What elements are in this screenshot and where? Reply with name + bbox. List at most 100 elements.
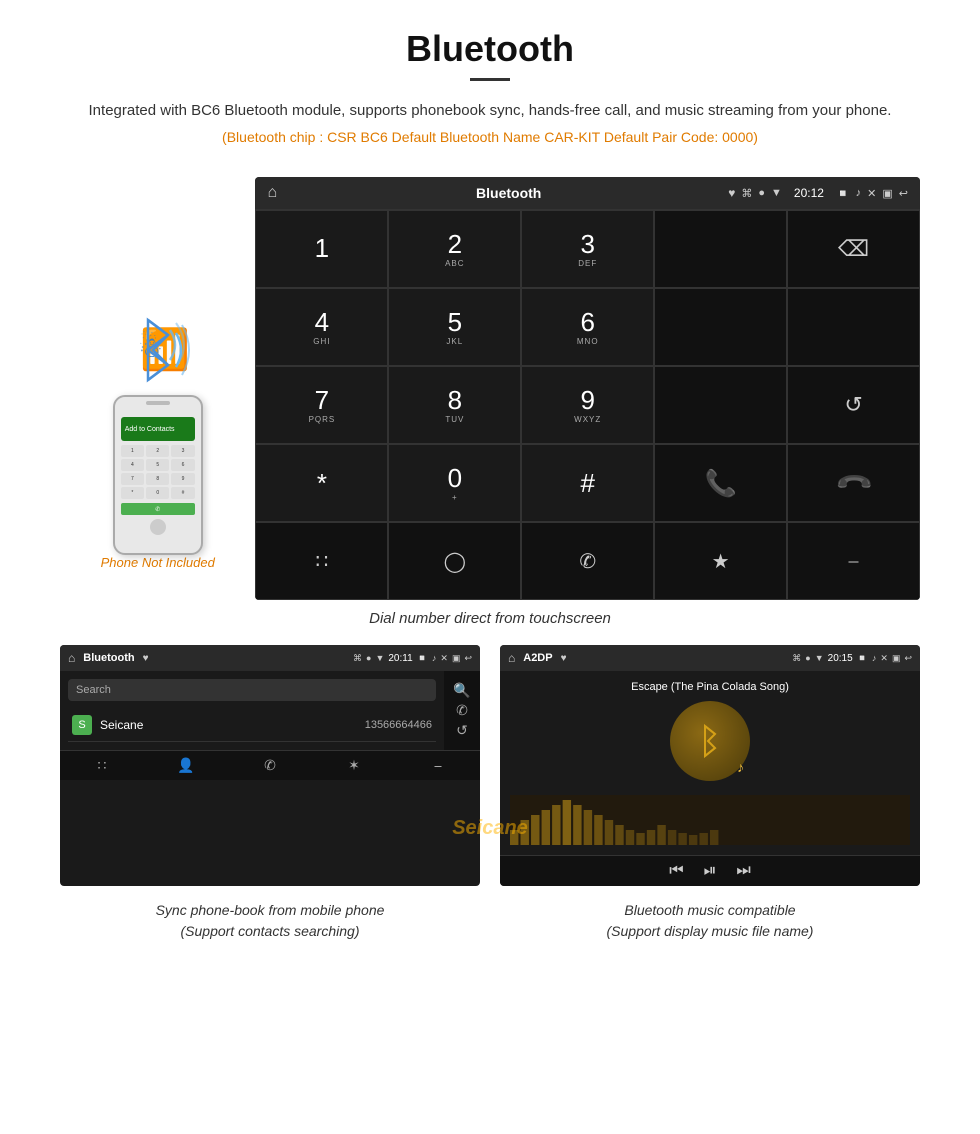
mini-btn: 6 <box>171 459 194 471</box>
status-icons: ⌘ ● ▼ 20:12 ◽ ♪ ✕ ▣ ↩ <box>741 186 908 200</box>
music-home-icon[interactable]: ⌂ <box>508 651 515 665</box>
pb-vol-icon[interactable]: ♪ <box>432 653 437 663</box>
music-note-icon: ♪ <box>737 759 744 775</box>
volume-icon[interactable]: ♪ <box>856 187 862 199</box>
phonebook-caption-text: Sync phone-book from mobile phone(Suppor… <box>156 902 385 939</box>
pb-home-icon[interactable]: ⌂ <box>68 651 75 665</box>
dial-key-4[interactable]: 4 GHI <box>255 288 388 366</box>
phone-screen: Add to Contacts <box>121 417 195 441</box>
home-icon[interactable]: ⌂ <box>267 184 277 202</box>
phonebook-nav: ∷ 👤 ✆ ✶ ⎯ <box>60 750 480 780</box>
search-bar[interactable]: Search <box>68 679 436 701</box>
music-status-icons: ⌘ ● ▼ 20:15 ◽ ♪ ✕ ▣ ↩ <box>792 653 912 664</box>
pb-nav-contacts[interactable]: 👤 <box>144 757 228 774</box>
phone-mockup-container: 📶 ☃ Add <box>60 177 255 600</box>
pb-nav-bluetooth[interactable]: ✶ <box>312 757 396 774</box>
page-header: Bluetooth Integrated with BC6 Bluetooth … <box>0 0 980 177</box>
contact-row[interactable]: S Seicane 13566664466 <box>68 709 436 742</box>
dial-key-0[interactable]: 0 + <box>388 444 521 522</box>
dial-nav-link[interactable]: ⎯ <box>787 522 920 600</box>
phone-icon: ✆ <box>579 549 596 574</box>
dial-key-1[interactable]: 1 <box>255 210 388 288</box>
dial-num: * <box>317 470 327 496</box>
pb-win-icon[interactable]: ▣ <box>452 653 461 664</box>
pb-phone-nav-icon: ✆ <box>264 757 276 774</box>
eq-visualization <box>510 795 910 845</box>
music-close-icon[interactable]: ✕ <box>880 653 888 664</box>
pb-search-icon[interactable]: 🔍 <box>453 682 470 699</box>
dial-key-end[interactable]: 📞 <box>787 444 920 522</box>
dial-sub: ABC <box>445 259 464 268</box>
bluetooth-nav-icon: ★ <box>712 549 730 574</box>
pb-bt-icon: ⌘ <box>353 653 362 664</box>
music-time: 20:15 <box>828 653 853 664</box>
dial-num: 5 <box>448 309 462 335</box>
camera-icon[interactable]: ◽ <box>836 187 850 200</box>
pb-back-icon[interactable]: ↩ <box>464 653 472 664</box>
dial-key-hash[interactable]: # <box>521 444 654 522</box>
window-icon[interactable]: ▣ <box>882 187 892 200</box>
pb-sync-icon[interactable]: ↺ <box>456 722 468 739</box>
refresh-icon: ↺ <box>844 392 862 418</box>
dial-key-2[interactable]: 2 ABC <box>388 210 521 288</box>
music-cam-icon[interactable]: ◽ <box>857 653 868 664</box>
dial-num: 0 <box>448 465 462 491</box>
pb-cam-icon[interactable]: ◽ <box>417 653 428 664</box>
pb-status-icons: ⌘ ● ▼ 20:11 ◽ ♪ ✕ ▣ ↩ <box>353 653 472 664</box>
pb-nav-link[interactable]: ⎯ <box>396 757 480 774</box>
pb-call-icon[interactable]: ✆ <box>456 702 468 719</box>
dial-key-call[interactable]: 📞 <box>654 444 787 522</box>
next-track-icon[interactable]: ⏭ <box>736 862 750 880</box>
dial-key-9[interactable]: 9 WXYZ <box>521 366 654 444</box>
music-back-icon[interactable]: ↩ <box>904 653 912 664</box>
phonebook-caption: Sync phone-book from mobile phone(Suppor… <box>60 900 480 942</box>
dial-key-5[interactable]: 5 JKL <box>388 288 521 366</box>
music-win-icon[interactable]: ▣ <box>892 653 901 664</box>
dial-sub: DEF <box>578 259 597 268</box>
contact-name: Seicane <box>100 718 143 732</box>
music-sig-icon: ▼ <box>815 653 824 663</box>
pb-nav-grid[interactable]: ∷ <box>60 757 144 774</box>
page-title: Bluetooth <box>60 28 920 70</box>
mini-btn: 7 <box>121 473 144 485</box>
dial-key-8[interactable]: 8 TUV <box>388 366 521 444</box>
dial-sub: MNO <box>577 337 599 346</box>
pb-close-icon[interactable]: ✕ <box>440 653 448 664</box>
music-vol-icon[interactable]: ♪ <box>872 653 877 663</box>
music-usb-icon: ♥ <box>561 653 567 664</box>
call-red-icon: 📞 <box>833 462 875 504</box>
dial-key-backspace[interactable]: ⌫ <box>787 210 920 288</box>
phonebook-screen: ⌂ Bluetooth ♥ ⌘ ● ▼ 20:11 ◽ ♪ ✕ ▣ ↩ Sear… <box>60 645 480 886</box>
dial-sub: PQRS <box>309 415 336 424</box>
dial-nav-grid[interactable]: ∷ <box>255 522 388 600</box>
dial-caption: Dial number direct from touchscreen <box>0 610 980 627</box>
dial-nav-bluetooth[interactable]: ★ <box>654 522 787 600</box>
play-pause-icon[interactable]: ⏯ <box>704 862 717 880</box>
close-icon[interactable]: ✕ <box>867 187 876 200</box>
contact-letter: S <box>72 715 92 735</box>
dial-key-7[interactable]: 7 PQRS <box>255 366 388 444</box>
dial-key-star[interactable]: * <box>255 444 388 522</box>
back-icon[interactable]: ↩ <box>899 187 908 200</box>
mini-btn: 8 <box>146 473 169 485</box>
dial-key-3[interactable]: 3 DEF <box>521 210 654 288</box>
pb-time: 20:11 <box>388 653 412 664</box>
mini-btn: 2 <box>146 445 169 457</box>
dial-nav-contacts[interactable]: ◯ <box>388 522 521 600</box>
dial-nav-phone[interactable]: ✆ <box>521 522 654 600</box>
music-title: A2DP <box>523 652 552 664</box>
pb-bt-nav-icon: ✶ <box>348 757 360 774</box>
prev-track-icon[interactable]: ⏮ <box>669 862 683 880</box>
dial-key-refresh[interactable]: ↺ <box>787 366 920 444</box>
mini-btn: 9 <box>171 473 194 485</box>
music-caption: Bluetooth music compatible(Support displ… <box>500 900 920 942</box>
screen-title: Bluetooth <box>289 185 728 201</box>
dial-sub: GHI <box>313 337 330 346</box>
music-caption-text: Bluetooth music compatible(Support displ… <box>607 902 814 939</box>
pb-nav-phone[interactable]: ✆ <box>228 757 312 774</box>
dial-num: 7 <box>315 387 329 413</box>
dial-key-6[interactable]: 6 MNO <box>521 288 654 366</box>
pb-grid-icon: ∷ <box>98 757 107 774</box>
music-screen: ⌂ A2DP ♥ ⌘ ● ▼ 20:15 ◽ ♪ ✕ ▣ ↩ Escape (T… <box>500 645 920 886</box>
mini-btn: 0 <box>146 487 169 499</box>
